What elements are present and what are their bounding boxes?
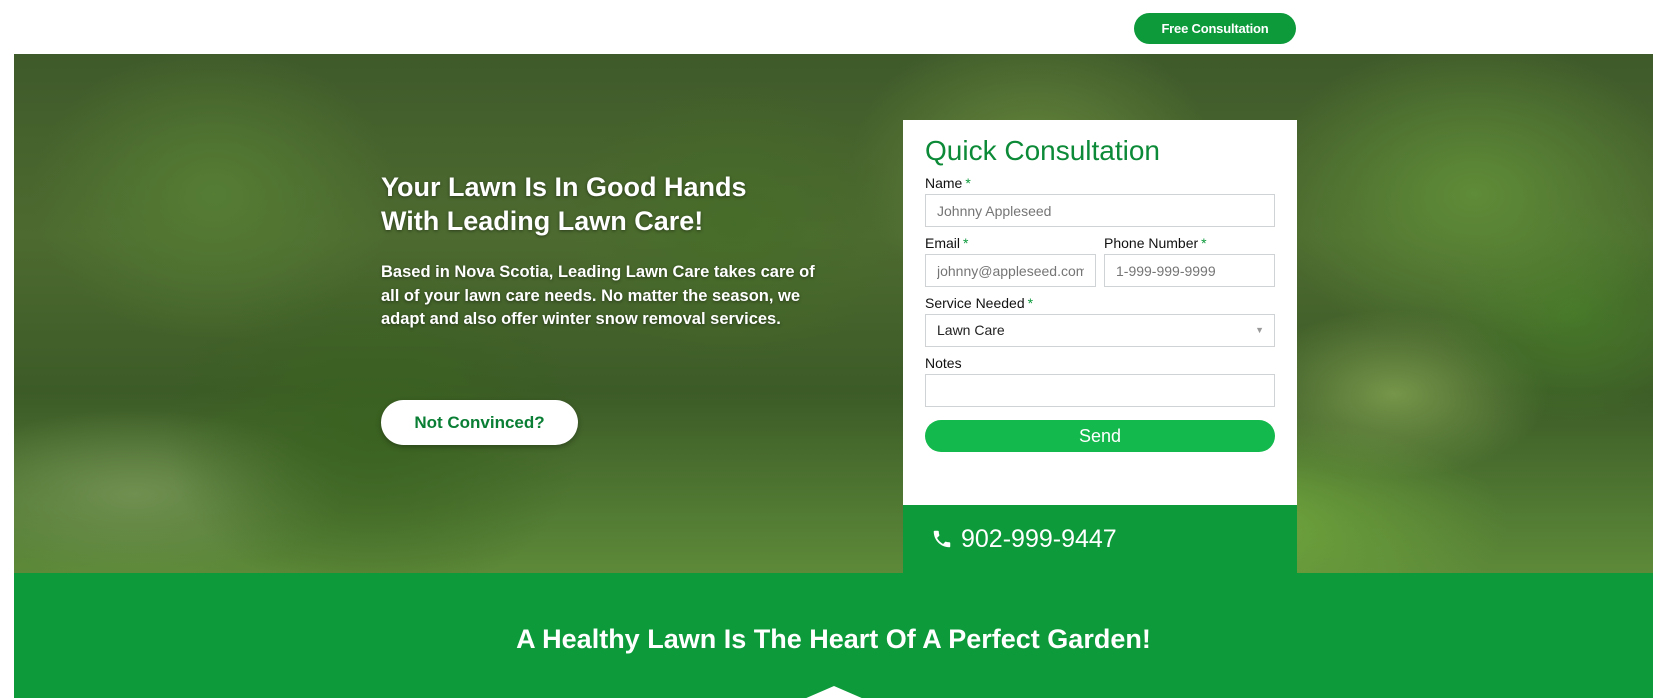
phone-number: 902-999-9447: [961, 525, 1117, 553]
required-marker: *: [1027, 295, 1034, 311]
hero-title-line-2: With Leading Lawn Care!: [381, 206, 704, 236]
email-label: Email *: [925, 235, 969, 251]
service-group: Service Needed * Lawn Care ▼: [925, 294, 1275, 347]
required-marker: *: [1201, 235, 1207, 251]
required-marker: *: [965, 175, 971, 191]
not-convinced-button[interactable]: Not Convinced?: [381, 400, 578, 445]
section-pointer: [804, 686, 864, 699]
phone-icon: [933, 530, 951, 548]
hero-section: Your Lawn Is In Good Hands With Leading …: [14, 54, 1653, 573]
email-phone-row: Email* Phone Number*: [925, 234, 1275, 287]
phone-label: Phone Number *: [1104, 235, 1207, 251]
service-select[interactable]: Lawn Care ▼: [925, 314, 1275, 347]
tagline-band: A Healthy Lawn Is The Heart Of A Perfect…: [14, 573, 1653, 699]
service-label: Service Needed *: [925, 295, 1034, 311]
chevron-down-icon: ▼: [1255, 325, 1264, 335]
phone-input[interactable]: [1104, 254, 1275, 287]
quick-consultation-form: Quick Consultation Name* Email* Phone Nu…: [903, 120, 1297, 506]
notes-label: Notes: [925, 355, 962, 371]
name-group: Name *: [925, 174, 1275, 227]
hero-description: Based in Nova Scotia, Leading Lawn Care …: [381, 263, 815, 328]
form-title: Quick Consultation: [925, 135, 1161, 166]
name-label: Name *: [925, 175, 971, 191]
send-button[interactable]: Send: [925, 420, 1275, 452]
notes-group: Notes: [925, 354, 1275, 407]
free-consultation-button[interactable]: Free Consultation: [1134, 13, 1296, 44]
phone-contact[interactable]: 902-999-9447: [903, 505, 1297, 573]
phone-group: Phone Number *: [1104, 234, 1275, 287]
service-select-value: Lawn Care: [937, 322, 1005, 338]
email-group: Email *: [925, 234, 1096, 287]
name-input[interactable]: [925, 194, 1275, 227]
hero-title-line-1: Your Lawn Is In Good Hands: [381, 172, 747, 202]
notes-input[interactable]: [925, 374, 1275, 407]
email-input[interactable]: [925, 254, 1096, 287]
top-bar: Free Consultation: [0, 0, 1653, 54]
required-marker: *: [963, 235, 969, 251]
hero-title: Your Lawn Is In Good Hands With Leading …: [381, 170, 801, 238]
tagline-title: A Healthy Lawn Is The Heart Of A Perfect…: [516, 624, 1151, 654]
